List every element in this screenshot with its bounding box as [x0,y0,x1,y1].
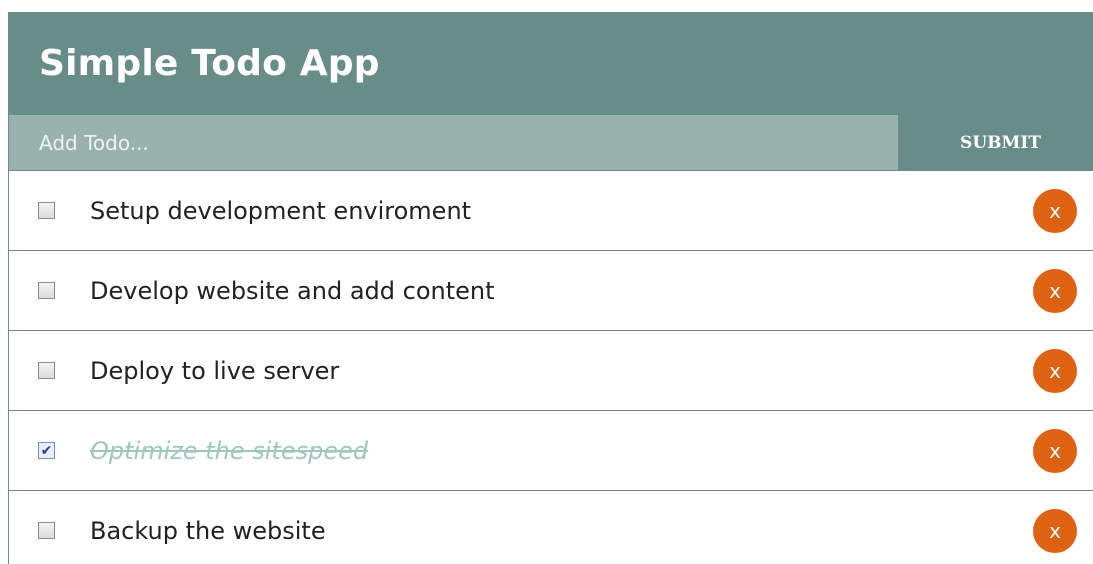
todo-text: Backup the website [90,516,326,545]
submit-button[interactable]: SUBMIT [898,115,1093,170]
todo-item: Deploy to live server x [9,330,1093,410]
todo-text: Deploy to live server [90,356,340,385]
todo-item: Develop website and add content x [9,250,1093,330]
app-title: Simple Todo App [39,43,380,84]
todo-checkbox[interactable] [38,522,55,539]
todo-list: Setup development enviroment x Develop w… [9,170,1093,564]
delete-button[interactable]: x [1033,508,1077,553]
todo-text: Develop website and add content [90,276,495,305]
todo-item: Setup development enviroment x [9,170,1093,250]
delete-button[interactable]: x [1033,268,1077,313]
todo-checkbox[interactable]: ✔ [38,442,55,459]
todo-text: Optimize the sitespeed [90,436,369,465]
checkmark-icon: ✔ [40,442,53,459]
delete-button[interactable]: x [1033,348,1077,393]
add-todo-form: SUBMIT [9,115,1093,170]
delete-button[interactable]: x [1033,188,1077,233]
todo-checkbox[interactable] [38,282,55,299]
todo-checkbox[interactable] [38,202,55,219]
delete-button[interactable]: x [1033,428,1077,473]
todo-item: Backup the website x [9,490,1093,564]
app-header: Simple Todo App [9,12,1093,115]
todo-item: ✔ Optimize the sitespeed x [9,410,1093,490]
todo-checkbox[interactable] [38,362,55,379]
todo-app: Simple Todo App SUBMIT Setup development… [8,12,1093,564]
todo-text: Setup development enviroment [90,196,472,225]
add-todo-input[interactable] [9,115,898,170]
